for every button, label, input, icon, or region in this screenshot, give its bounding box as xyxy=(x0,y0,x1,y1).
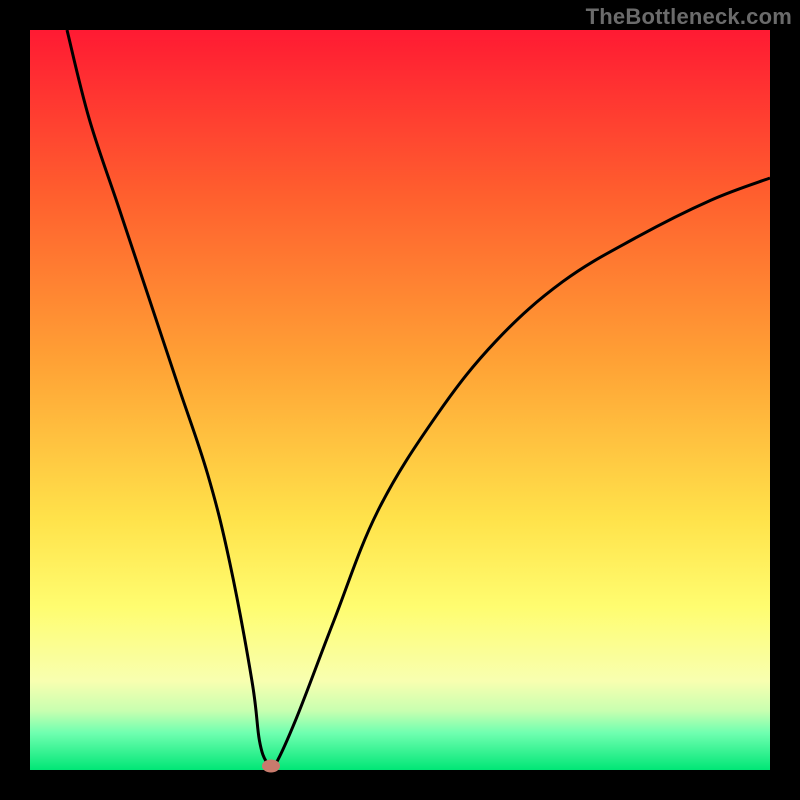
bottleneck-curve xyxy=(67,30,770,770)
chart-stage: TheBottleneck.com xyxy=(0,0,800,800)
curve-layer xyxy=(30,30,770,770)
plot-area xyxy=(30,30,770,770)
watermark-text: TheBottleneck.com xyxy=(586,4,792,30)
optimal-point-marker xyxy=(262,760,280,773)
